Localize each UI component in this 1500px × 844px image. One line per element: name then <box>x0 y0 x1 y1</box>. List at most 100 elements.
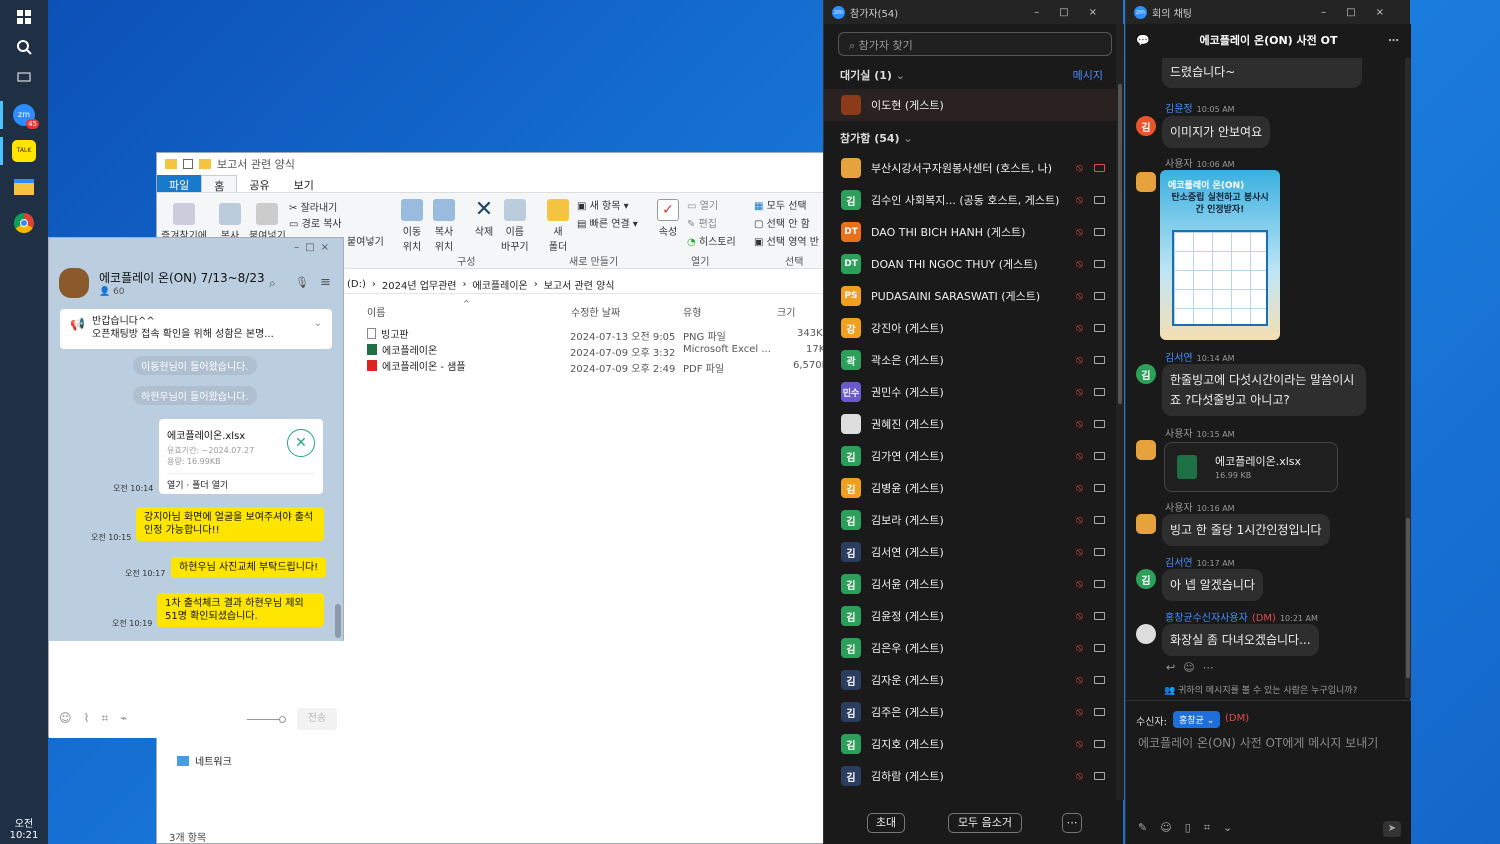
task-view-icon[interactable] <box>8 62 40 92</box>
video-off-icon[interactable] <box>1094 164 1105 172</box>
file-row[interactable]: 빙고판 <box>367 326 409 341</box>
search-icon[interactable]: ⌕ <box>269 276 276 291</box>
chat-bubbles-icon[interactable]: 💬 <box>1136 24 1150 58</box>
kakaotalk-icon[interactable]: TALK <box>8 136 40 166</box>
video-icon[interactable] <box>1094 292 1105 300</box>
breadcrumb-drive[interactable]: (D:) <box>347 279 366 290</box>
breadcrumb-folder[interactable]: 에코플레이온 <box>473 277 528 292</box>
video-icon[interactable] <box>1094 388 1105 396</box>
new-item-button[interactable]: ▣ 새 항목 ▾ <box>577 197 629 212</box>
address-bar[interactable]: (D:) › 2024년 업무관련 › 에코플레이온 › 보고서 관련 양식 <box>343 276 825 294</box>
waiting-room-header[interactable]: 대기실 (1) ⌄ <box>840 67 905 83</box>
tab-home[interactable]: 홈 <box>201 175 238 193</box>
chevron-down-icon[interactable]: ⌄ <box>314 317 322 330</box>
video-icon[interactable] <box>1094 356 1105 364</box>
column-size[interactable]: 크기 <box>777 304 795 319</box>
video-icon[interactable] <box>1094 644 1105 652</box>
column-type[interactable]: 유형 <box>683 304 701 319</box>
file-row[interactable]: 에코플레이온 <box>367 342 437 357</box>
tab-share[interactable]: 공유 <box>237 175 281 192</box>
participant-row[interactable]: 김 김가연 (게스트) ⦸ <box>824 440 1116 472</box>
select-all-button[interactable]: ▦ 모두 선택 <box>754 197 807 212</box>
crop-icon[interactable]: ⌗ <box>101 711 108 726</box>
scrollbar-thumb[interactable] <box>1118 84 1122 404</box>
video-icon[interactable] <box>1094 612 1105 620</box>
mic-muted-icon[interactable]: ⦸ <box>1076 193 1083 207</box>
easy-access-button[interactable]: ▤ 빠른 연결 ▾ <box>577 215 638 230</box>
mic-muted-icon[interactable]: ⦸ <box>1076 641 1083 655</box>
new-folder-button[interactable]: 새 폴더 <box>547 199 569 253</box>
participant-row[interactable]: 김 김수인 사회복지... (공동 호스트, 게스트) ⦸ <box>824 184 1116 216</box>
mic-muted-icon[interactable]: ⦸ <box>1076 161 1083 175</box>
mic-muted-icon[interactable]: ⦸ <box>1076 321 1083 335</box>
column-date[interactable]: 수정한 날짜 <box>571 304 620 319</box>
video-icon[interactable] <box>1094 452 1105 460</box>
video-icon[interactable] <box>1094 676 1105 684</box>
participant-row[interactable]: 김 김서연 (게스트) ⦸ <box>824 536 1116 568</box>
participant-row[interactable]: 김 김자운 (게스트) ⦸ <box>824 664 1116 696</box>
menu-icon[interactable]: ≡ <box>320 275 331 290</box>
participant-row[interactable]: PS PUDASAINI SARASWATI (게스트) ⦸ <box>824 280 1116 312</box>
mute-all-button[interactable]: 모두 음소거 <box>948 813 1022 833</box>
mic-muted-icon[interactable]: ⦸ <box>1076 609 1083 623</box>
participant-row[interactable]: 김 김주은 (게스트) ⦸ <box>824 696 1116 728</box>
scrollbar[interactable] <box>1116 24 1124 800</box>
mic-muted-icon[interactable]: ⦸ <box>1076 353 1083 367</box>
shared-image[interactable]: 에코플레이 온(ON) 탄소중립 실천하고 봉사시간 인정받자! <box>1160 170 1280 340</box>
waiting-participant[interactable]: 이도현 (게스트) <box>824 89 1116 121</box>
video-icon[interactable] <box>1094 548 1105 556</box>
breadcrumb-folder[interactable]: 보고서 관련 양식 <box>544 277 615 292</box>
participant-row[interactable]: 김 김하람 (게스트) ⦸ <box>824 760 1116 792</box>
file-icon[interactable]: ▯ <box>1185 821 1191 835</box>
message-all-button[interactable]: 메시지 <box>1073 67 1103 83</box>
mic-muted-icon[interactable]: ⦸ <box>1076 257 1083 271</box>
slider[interactable] <box>247 716 286 723</box>
delete-button[interactable]: ✕ 삭제 <box>473 199 495 239</box>
breadcrumb-folder[interactable]: 2024년 업무관련 <box>382 277 457 292</box>
video-icon[interactable] <box>1094 484 1105 492</box>
file-row[interactable]: 에코플레이온 - 샘플 <box>367 358 466 373</box>
recipient-select[interactable]: 홍창균 ⌄ <box>1173 711 1221 728</box>
joined-header[interactable]: 참가함 (54) ⌄ <box>840 130 913 146</box>
invite-button[interactable]: 초대 <box>867 813 905 833</box>
mic-muted-icon[interactable]: ⦸ <box>1076 417 1083 431</box>
tab-file[interactable]: 파일 <box>157 175 202 192</box>
emoji-icon[interactable]: ☺ <box>1160 821 1171 835</box>
window-controls[interactable]: –□× <box>1034 7 1123 18</box>
attach-icon[interactable]: ⌇ <box>84 711 90 726</box>
participant-row[interactable]: 김 김윤정 (게스트) ⦸ <box>824 600 1116 632</box>
mic-muted-icon[interactable]: ⦸ <box>1076 673 1083 687</box>
checkbox-icon[interactable] <box>183 159 193 169</box>
search-icon[interactable] <box>8 32 40 62</box>
mic-muted-icon[interactable]: ⦸ <box>1076 737 1083 751</box>
message-input-area[interactable]: ☺ ⌇ ⌗ ⌁ 전송 <box>49 641 345 738</box>
video-icon[interactable] <box>1094 260 1105 268</box>
open-button[interactable]: ▭ 열기 <box>687 197 718 212</box>
move-to-button[interactable]: 이동 위치 <box>401 199 423 253</box>
history-button[interactable]: ◔ 히스토리 <box>687 233 736 248</box>
copy-to-button[interactable]: 복사 위치 <box>433 199 455 253</box>
more-icon[interactable]: ⋯ <box>1062 813 1082 833</box>
participant-row[interactable]: 강 강진아 (게스트) ⦸ <box>824 312 1116 344</box>
video-icon[interactable] <box>1094 324 1105 332</box>
chrome-icon[interactable] <box>8 208 40 238</box>
file-attachment[interactable]: 에코플레이온.xlsx 유효기간: ~2024.07.27 용량: 16.99K… <box>159 419 323 494</box>
mic-muted-icon[interactable]: ⦸ <box>1076 289 1083 303</box>
video-icon[interactable] <box>1094 516 1105 524</box>
window-controls[interactable]: –□× <box>1321 7 1410 18</box>
tab-view[interactable]: 보기 <box>282 175 326 192</box>
participant-row[interactable]: 김 김병윤 (게스트) ⦸ <box>824 472 1116 504</box>
mic-muted-icon[interactable]: ⦸ <box>1076 705 1083 719</box>
rename-button[interactable]: 이름 바꾸기 <box>501 199 529 253</box>
mic-muted-icon[interactable]: ⦸ <box>1076 769 1083 783</box>
mic-icon[interactable]: 🎙 <box>295 276 309 289</box>
scrollbar[interactable] <box>1405 58 1411 698</box>
participant-search-input[interactable]: ⌕ 참가자 찾기 <box>838 32 1112 56</box>
video-icon[interactable] <box>1094 196 1105 204</box>
message-actions[interactable]: ↩☺⋯ <box>1166 661 1222 674</box>
participant-row[interactable]: 김 김보라 (게스트) ⦸ <box>824 504 1116 536</box>
video-icon[interactable] <box>1094 420 1105 428</box>
participant-row[interactable]: 권혜진 (게스트) ⦸ <box>824 408 1116 440</box>
screenshot-icon[interactable]: ⌗ <box>1204 821 1210 835</box>
video-icon[interactable] <box>1094 580 1105 588</box>
